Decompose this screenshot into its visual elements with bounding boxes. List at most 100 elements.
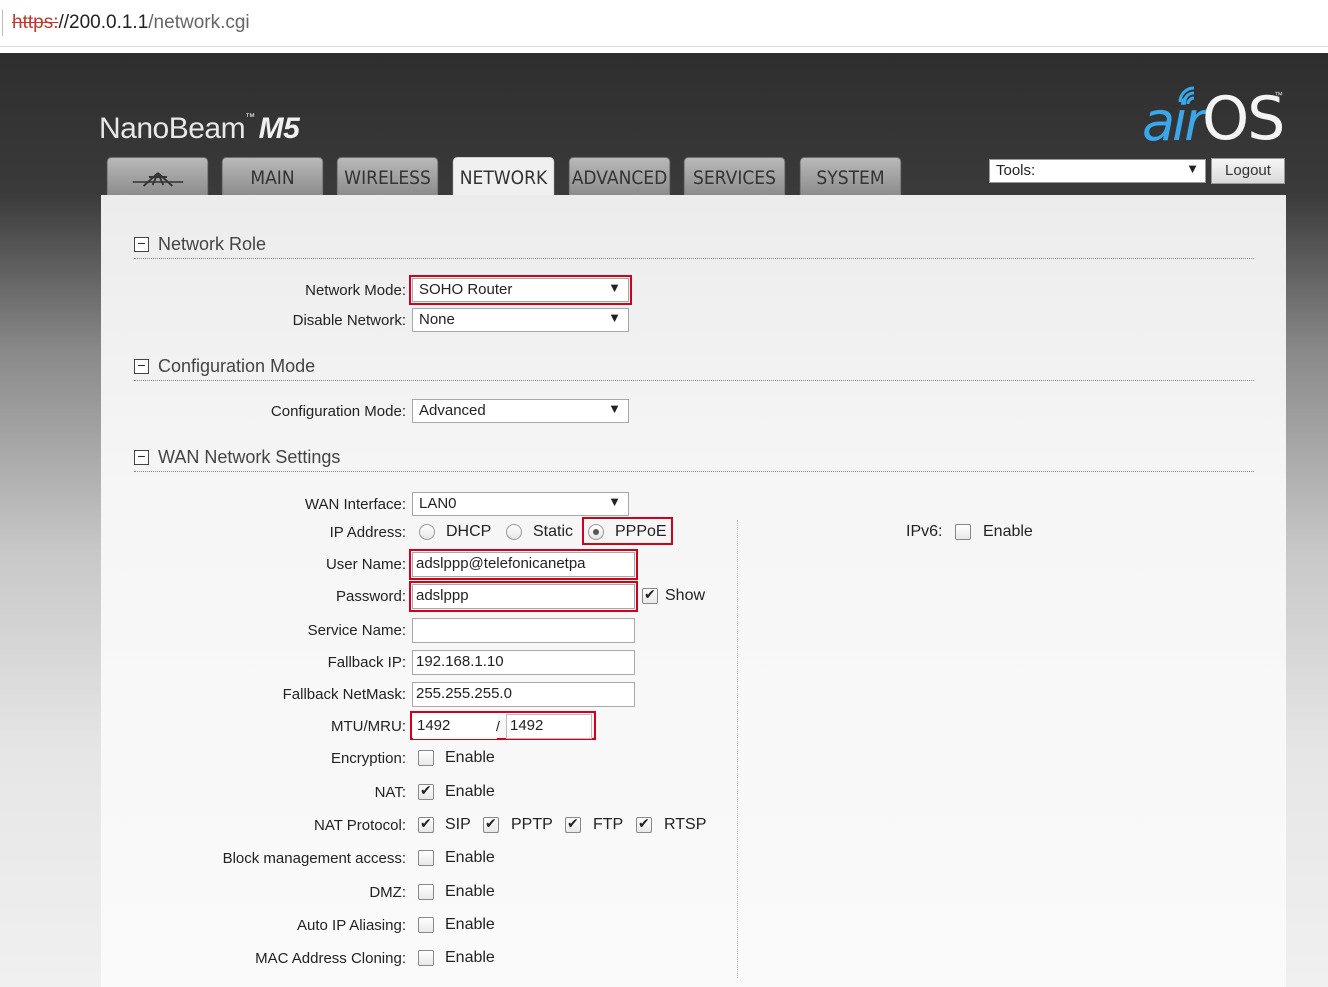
- nat-protocol-label: NAT Protocol:: [314, 817, 406, 834]
- collapse-icon[interactable]: −: [134, 358, 149, 374]
- row-encryption: Encryption: Enable: [101, 746, 1286, 772]
- block-management-label: Block management access:: [222, 850, 406, 867]
- nat-sip-checkbox[interactable]: [418, 815, 434, 833]
- show-password-checkbox[interactable]: [642, 586, 658, 604]
- section-network-role: − Network Role: [134, 233, 1254, 259]
- tab-wireless[interactable]: WIRELESS: [336, 157, 439, 195]
- row-disable-network: Disable Network: None ▼: [101, 308, 1286, 334]
- fallback-ip-input[interactable]: 192.168.1.10: [412, 650, 635, 675]
- user-name-input[interactable]: adslppp@telefonicanetpa: [409, 549, 638, 580]
- user-name-label: User Name:: [325, 556, 406, 573]
- mru-input[interactable]: 1492: [506, 714, 592, 739]
- ipv6-enable-label: Enable: [983, 523, 1033, 540]
- fallback-ip-label: Fallback IP:: [327, 654, 406, 671]
- brand-model: M5: [258, 112, 300, 145]
- network-settings-panel: − Network Role Network Mode: SOHO Router…: [101, 195, 1286, 987]
- mtu-input[interactable]: 1492: [413, 714, 497, 739]
- row-mtu-mru: MTU/MRU: 1492 / 1492: [101, 711, 1286, 740]
- disable-network-label: Disable Network:: [292, 312, 406, 329]
- dmz-enable-label: Enable: [445, 883, 495, 900]
- encryption-label: Encryption:: [330, 750, 406, 767]
- url-host: //200.0.1.1: [58, 12, 149, 33]
- disable-network-value: None: [419, 311, 455, 328]
- nat-ftp-checkbox[interactable]: [565, 815, 581, 833]
- row-nat: NAT: Enable: [101, 780, 1286, 806]
- nat-enable-label: Enable: [445, 783, 495, 800]
- tab-services[interactable]: SERVICES: [683, 157, 786, 195]
- ipv6-enable-checkbox[interactable]: [955, 524, 971, 540]
- encryption-checkbox[interactable]: [418, 750, 434, 766]
- radio-pppoe-label: PPPoE: [615, 523, 667, 540]
- nat-pptp-label: PPTP: [511, 816, 553, 833]
- dmz-checkbox[interactable]: [418, 884, 434, 900]
- ubiquiti-logo-icon: [132, 171, 183, 187]
- encryption-enable-label: Enable: [445, 749, 495, 766]
- collapse-icon[interactable]: −: [134, 449, 149, 465]
- row-user-name: User Name: adslppp@telefonicanetpa: [101, 549, 1286, 580]
- network-mode-label: Network Mode:: [305, 282, 406, 299]
- wan-interface-label: WAN Interface:: [304, 496, 406, 513]
- browser-address-bar[interactable]: https://200.0.1.1/network.cgi: [0, 0, 1328, 47]
- mac-cloning-enable-label: Enable: [445, 949, 495, 966]
- mtu-mru-label: MTU/MRU:: [331, 718, 406, 735]
- radio-pppoe[interactable]: [588, 524, 604, 540]
- row-block-management: Block management access: Enable: [101, 846, 1286, 872]
- section-configuration-mode: − Configuration Mode: [134, 355, 1254, 381]
- tab-system[interactable]: SYSTEM: [799, 157, 902, 195]
- section-title: Configuration Mode: [158, 356, 316, 376]
- wan-interface-select[interactable]: LAN0 ▼: [412, 492, 629, 516]
- logout-button[interactable]: Logout: [1211, 158, 1285, 184]
- nat-rtsp-label: RTSP: [664, 816, 707, 833]
- nat-pptp-checkbox[interactable]: [483, 815, 499, 833]
- auto-ip-aliasing-label: Auto IP Aliasing:: [297, 917, 406, 934]
- block-management-checkbox[interactable]: [418, 850, 434, 866]
- fallback-netmask-input[interactable]: 255.255.255.0: [412, 682, 635, 707]
- chevron-down-icon: ▼: [608, 494, 621, 509]
- password-input[interactable]: adslppp: [409, 581, 638, 612]
- radio-dhcp[interactable]: [419, 524, 435, 540]
- tools-select[interactable]: Tools: ▼: [989, 159, 1206, 183]
- chevron-down-icon: ▼: [608, 280, 621, 295]
- radio-dhcp-label: DHCP: [446, 523, 492, 540]
- row-mac-cloning: MAC Address Cloning: Enable: [101, 946, 1286, 972]
- disable-network-select[interactable]: None ▼: [412, 308, 629, 332]
- network-mode-select[interactable]: SOHO Router ▼: [409, 275, 632, 305]
- radio-static[interactable]: [506, 524, 522, 540]
- tools-select-value: Tools:: [996, 162, 1036, 179]
- mtu-mru-separator: /: [496, 718, 500, 734]
- url-path: /network.cgi: [148, 12, 250, 33]
- ip-address-label: IP Address:: [329, 524, 406, 541]
- mac-cloning-checkbox[interactable]: [418, 950, 434, 966]
- column-divider: [737, 520, 738, 978]
- row-auto-ip-aliasing: Auto IP Aliasing: Enable: [101, 913, 1286, 939]
- service-name-label: Service Name:: [307, 622, 406, 639]
- nat-checkbox[interactable]: [418, 782, 434, 800]
- collapse-icon[interactable]: −: [134, 236, 149, 252]
- wan-interface-value: LAN0: [419, 495, 457, 512]
- block-management-enable-label: Enable: [445, 849, 495, 866]
- chevron-down-icon: ▼: [608, 401, 621, 416]
- nat-label: NAT:: [374, 784, 406, 801]
- auto-ip-aliasing-checkbox[interactable]: [418, 917, 434, 933]
- logo-tm: ™: [1274, 90, 1283, 100]
- show-password-label: Show: [665, 587, 706, 604]
- row-service-name: Service Name:: [101, 618, 1286, 644]
- network-mode-value: SOHO Router: [419, 281, 513, 298]
- row-network-mode: Network Mode: SOHO Router ▼: [101, 275, 1286, 305]
- url-text[interactable]: https://200.0.1.1/network.cgi: [12, 12, 250, 34]
- tab-main[interactable]: MAIN: [221, 157, 324, 195]
- row-fallback-netmask: Fallback NetMask: 255.255.255.0: [101, 682, 1286, 708]
- tab-advanced[interactable]: ADVANCED: [568, 157, 671, 195]
- section-title: WAN Network Settings: [158, 447, 341, 467]
- fallback-netmask-label: Fallback NetMask:: [282, 686, 406, 703]
- tab-network[interactable]: NETWORK: [452, 157, 555, 197]
- section-wan-settings: − WAN Network Settings: [134, 446, 1254, 472]
- configuration-mode-select[interactable]: Advanced ▼: [412, 399, 629, 423]
- password-label: Password:: [335, 588, 406, 605]
- service-name-input[interactable]: [412, 618, 635, 643]
- tab-ubiquiti-home[interactable]: [106, 157, 209, 195]
- ipv6-label: IPv6:: [906, 523, 943, 540]
- nat-rtsp-checkbox[interactable]: [636, 815, 652, 833]
- airos-logo: air OS ™: [1140, 80, 1290, 154]
- row-password: Password: adslppp Show: [101, 581, 1286, 612]
